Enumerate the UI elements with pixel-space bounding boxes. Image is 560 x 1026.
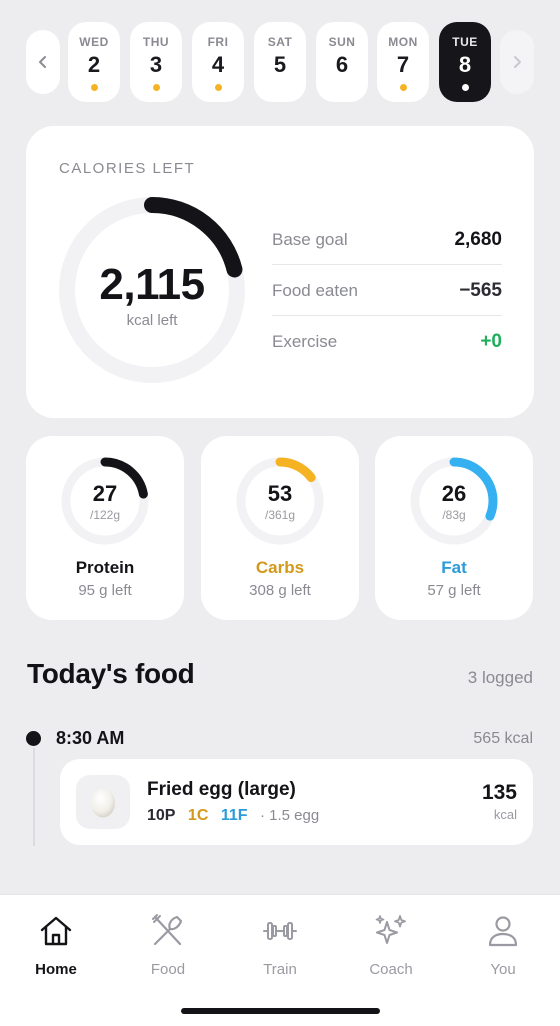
fat-ring: 26 /83g xyxy=(409,456,499,546)
todays-food-title: Today's food xyxy=(27,658,195,689)
food-name: Fried egg (large) xyxy=(147,779,296,800)
macro-goal: /122g xyxy=(89,508,121,522)
row-value: −565 xyxy=(459,280,502,301)
fat-card[interactable]: 26 /83g Fat 57 g left xyxy=(375,436,533,620)
day-wed[interactable]: WED 2 xyxy=(68,22,120,102)
logged-indicator xyxy=(462,84,469,91)
day-tue-selected[interactable]: TUE 8 xyxy=(439,22,491,102)
day-fri[interactable]: FRI 4 xyxy=(192,22,244,102)
meal-time: 8:30 AM xyxy=(56,728,125,748)
day-label: FRI xyxy=(207,35,229,49)
logged-indicator xyxy=(215,84,222,91)
day-number: 8 xyxy=(458,52,472,77)
row-label: Base goal xyxy=(272,230,348,249)
day-number: 2 xyxy=(87,52,101,77)
next-week-button[interactable] xyxy=(500,30,534,94)
day-number: 3 xyxy=(149,52,163,77)
tab-label: Coach xyxy=(369,961,413,978)
protein-card[interactable]: 27 /122g Protein 95 g left xyxy=(26,436,184,620)
calories-breakdown: Base goal 2,680 Food eaten −565 Exercise… xyxy=(272,214,502,367)
base-goal-row: Base goal 2,680 xyxy=(272,214,502,265)
logged-count: 3 logged xyxy=(467,668,533,687)
egg-icon xyxy=(91,788,115,818)
food-kcal-value: 135 xyxy=(481,781,517,804)
food-thumbnail xyxy=(76,775,130,829)
row-value: 2,680 xyxy=(454,229,502,250)
home-icon xyxy=(40,916,72,946)
chevron-left-icon xyxy=(39,56,46,68)
food-item-card[interactable]: Fried egg (large) 10P 1C 11F · 1.5 egg 1… xyxy=(60,759,533,845)
food-macros: 10P 1C 11F · 1.5 egg xyxy=(147,807,319,825)
day-strip: WED 2 THU 3 FRI 4 SAT 5 SUN 6 MON 7 TUE … xyxy=(26,22,534,102)
chevron-right-icon xyxy=(514,56,521,68)
macro-name: Fat xyxy=(441,558,467,577)
macro-goal: /83g xyxy=(442,508,466,522)
day-number: 6 xyxy=(335,52,349,77)
tab-you[interactable]: You xyxy=(453,913,553,978)
day-number: 4 xyxy=(211,52,225,77)
macro-name: Protein xyxy=(75,558,135,577)
timeline-dot xyxy=(26,731,41,746)
day-label: THU xyxy=(142,35,170,49)
tab-home[interactable]: Home xyxy=(6,913,106,978)
person-icon xyxy=(488,916,518,947)
food-serving: · 1.5 egg xyxy=(259,807,320,824)
calories-left-value: 2,115 xyxy=(99,260,205,309)
tab-food[interactable]: Food xyxy=(118,913,218,978)
food-calories: 135 kcal xyxy=(482,781,517,822)
macro-remaining: 95 g left xyxy=(78,582,132,599)
macro-value: 26 xyxy=(441,481,467,506)
previous-week-button[interactable] xyxy=(26,30,60,94)
day-label: WED xyxy=(79,35,109,49)
carbs-card[interactable]: 53 /361g Carbs 308 g left xyxy=(201,436,359,620)
meal-kcal: 565 kcal xyxy=(473,730,533,747)
row-label: Exercise xyxy=(272,332,338,351)
macro-name: Carbs xyxy=(255,558,305,577)
calories-title: CALORIES LEFT xyxy=(59,160,196,177)
row-value: +0 xyxy=(480,331,502,352)
macro-goal: /361g xyxy=(264,508,296,522)
tab-label: You xyxy=(490,961,516,978)
fork-knife-icon xyxy=(152,914,183,946)
tab-label: Train xyxy=(263,961,297,978)
macro-value: 27 xyxy=(92,481,118,506)
tab-label: Food xyxy=(150,961,186,978)
sparkles-icon xyxy=(375,915,406,944)
calories-ring: 2,115 kcal left xyxy=(58,196,246,384)
exercise-row: Exercise +0 xyxy=(272,316,502,367)
food-kcal-unit: kcal xyxy=(493,807,517,822)
dumbbell-icon xyxy=(263,922,297,940)
calories-card[interactable]: CALORIES LEFT 2,115 kcal left Base goal … xyxy=(26,126,534,418)
day-mon[interactable]: MON 7 xyxy=(377,22,429,102)
macro-remaining: 57 g left xyxy=(427,582,481,599)
calories-left-unit: kcal left xyxy=(126,312,178,329)
food-eaten-row: Food eaten −565 xyxy=(272,265,502,316)
macro-remaining: 308 g left xyxy=(249,582,311,599)
protein-ring: 27 /122g xyxy=(60,456,150,546)
carbs-ring: 53 /361g xyxy=(235,456,325,546)
food-carbs: 1C xyxy=(187,807,209,824)
day-label: SAT xyxy=(267,35,293,49)
macro-value: 53 xyxy=(267,481,293,506)
tab-coach[interactable]: Coach xyxy=(341,913,441,978)
day-sun[interactable]: SUN 6 xyxy=(316,22,368,102)
day-thu[interactable]: THU 3 xyxy=(130,22,182,102)
food-fat: 11F xyxy=(220,807,248,824)
tab-train[interactable]: Train xyxy=(230,913,330,978)
day-label: MON xyxy=(388,35,418,49)
day-number: 5 xyxy=(273,52,287,77)
row-label: Food eaten xyxy=(272,281,359,300)
tab-bar: Home Food Train Coach You xyxy=(0,894,560,1026)
tab-label: Home xyxy=(35,961,77,978)
timeline-line xyxy=(33,748,35,846)
day-sat[interactable]: SAT 5 xyxy=(254,22,306,102)
day-label: SUN xyxy=(328,35,356,49)
day-label: TUE xyxy=(452,35,478,49)
logged-indicator xyxy=(153,84,160,91)
day-number: 7 xyxy=(396,52,410,77)
home-indicator xyxy=(181,1008,380,1014)
logged-indicator xyxy=(91,84,98,91)
logged-indicator xyxy=(400,84,407,91)
food-protein: 10P xyxy=(147,807,176,824)
